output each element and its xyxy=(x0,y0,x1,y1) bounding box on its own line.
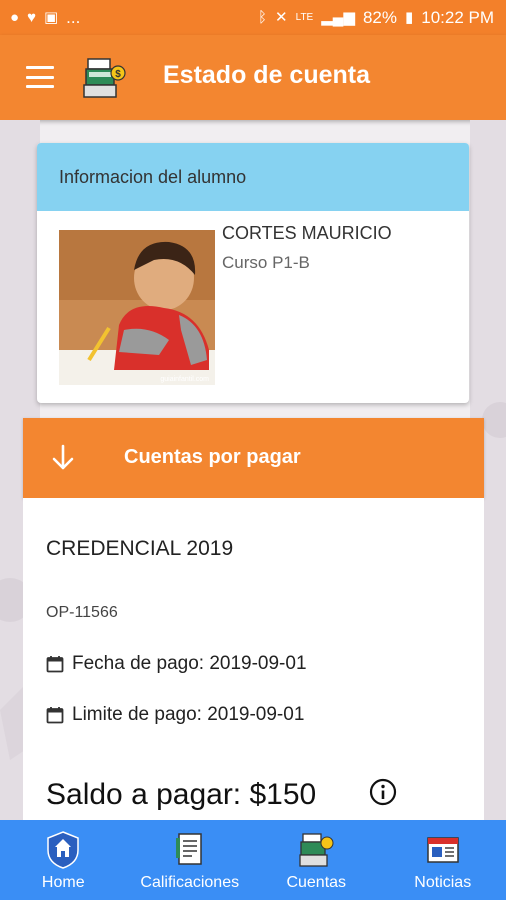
payment-date: Fecha de pago: 2019-09-01 xyxy=(72,653,307,674)
cash-register-icon: $ xyxy=(83,58,126,98)
status-notifications: ● ♥ ▣ ... xyxy=(10,8,80,28)
status-bar: ● ♥ ▣ ... ᛒ ✕ LTE ▂▄▆ 82% ▮ 10:22 PM xyxy=(0,0,506,35)
battery-percent: 82% xyxy=(362,7,397,27)
student-course: Curso P1-B xyxy=(222,253,310,272)
mute-icon: ✕ xyxy=(275,9,288,26)
status-system: ᛒ ✕ LTE ▂▄▆ 82% ▮ 10:22 PM xyxy=(258,8,494,28)
payment-concept: CREDENCIAL 2019 xyxy=(46,537,234,560)
signal-icon: ▂▄▆ xyxy=(321,9,355,26)
app-bar: $ Estado de cuenta xyxy=(0,35,506,120)
grades-document-icon xyxy=(175,833,202,865)
page-title: Estado de cuenta xyxy=(163,61,370,89)
nav-cuentas[interactable]: Cuentas xyxy=(253,820,380,900)
payment-detail: CREDENCIAL 2019 OP-11566 Fecha de pago: … xyxy=(23,498,484,820)
clock: 10:22 PM xyxy=(421,7,494,27)
nav-noticias-label: Noticias xyxy=(414,874,472,891)
newspaper-icon xyxy=(427,837,459,863)
nav-home-label: Home xyxy=(41,874,85,891)
info-icon[interactable] xyxy=(369,778,397,806)
nav-noticias[interactable]: Noticias xyxy=(380,820,506,900)
battery-icon: ▮ xyxy=(404,9,414,26)
balance-due: Saldo a pagar: $150 xyxy=(46,778,317,811)
student-name: CORTES MAURICIO xyxy=(222,223,392,243)
student-photo: guiainfantil.com xyxy=(59,230,215,385)
student-card-header: Informacion del alumno xyxy=(37,143,469,211)
calendar-icon xyxy=(46,656,64,673)
app-notification-icon: ● xyxy=(10,9,20,26)
nav-calificaciones-label: Calificaciones xyxy=(140,874,240,891)
accounts-payable-toggle[interactable]: Cuentas por pagar xyxy=(23,418,484,498)
network-type: LTE xyxy=(295,12,314,23)
hamburger-menu-icon[interactable] xyxy=(26,66,54,88)
nav-cuentas-label: Cuentas xyxy=(286,874,347,891)
calendar-icon xyxy=(46,707,64,724)
svg-text:guiainfantil.com: guiainfantil.com xyxy=(160,376,209,383)
more-notifications-text: ... xyxy=(66,7,81,27)
payment-date-row: Fecha de pago: 2019-09-01 xyxy=(46,653,307,675)
nav-calificaciones[interactable]: Calificaciones xyxy=(127,820,254,900)
heart-notification-icon: ♥ xyxy=(27,9,36,26)
image-notification-icon: ▣ xyxy=(43,9,59,26)
arrow-down-icon xyxy=(52,444,74,470)
shield-home-icon xyxy=(47,831,79,869)
nav-home[interactable]: Home xyxy=(0,820,127,900)
payment-reference: OP-11566 xyxy=(46,604,118,621)
student-info-card: Informacion del alumno guiainfantil.com … xyxy=(37,143,469,403)
limit-date-row: Limite de pago: 2019-09-01 xyxy=(46,704,304,726)
accounts-payable-label: Cuentas por pagar xyxy=(124,446,301,468)
svg-text:$: $ xyxy=(115,69,121,80)
cash-register-icon xyxy=(299,833,334,867)
bottom-navigation: Home Calificaciones Cuentas Noticias xyxy=(0,820,506,900)
limit-date: Limite de pago: 2019-09-01 xyxy=(72,704,305,725)
bluetooth-icon: ᛒ xyxy=(258,9,268,26)
